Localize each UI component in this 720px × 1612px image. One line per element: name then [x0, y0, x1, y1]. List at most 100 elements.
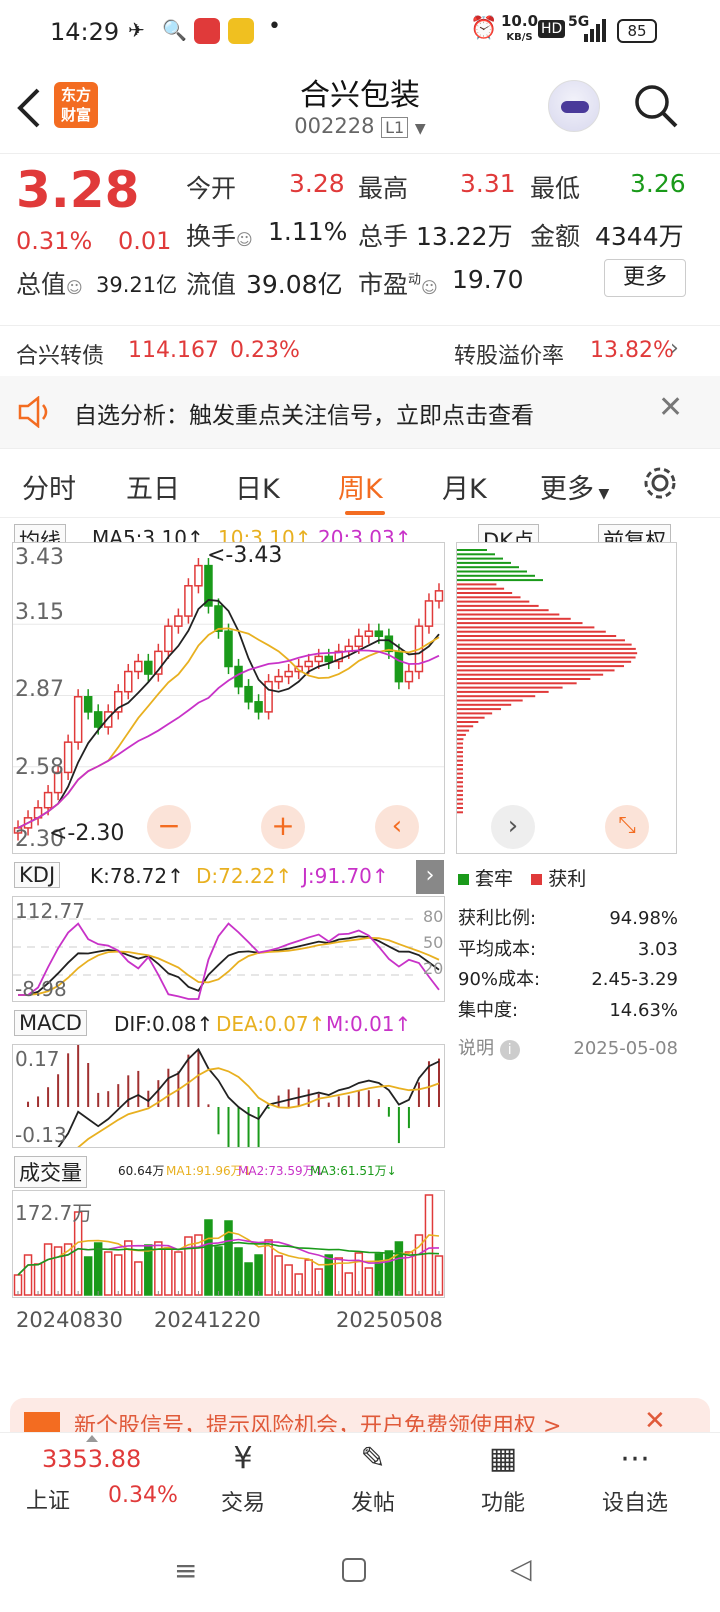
chip-bar	[457, 643, 632, 646]
macd-m: M:0.01↑	[326, 1012, 412, 1036]
chip-bar	[457, 751, 463, 754]
notice-text: 自选分析：触发重点关注信号，立即点击查看	[74, 403, 534, 429]
tab-daily-k[interactable]: 日K	[235, 467, 280, 506]
chip-bar	[457, 626, 595, 629]
tab-monthly-k[interactable]: 月K	[442, 467, 487, 506]
expand-icon[interactable]: ⤡	[605, 805, 649, 849]
chip-bar	[457, 635, 617, 637]
nav-trade[interactable]: ¥ 交易	[188, 1441, 298, 1517]
network-speed: 10.0 KB/S	[501, 12, 539, 44]
index-value[interactable]: 3353.88	[42, 1445, 141, 1473]
promo-banner[interactable]: 新个股信号，提示风险机会，开户免费领使用权 > ✕	[10, 1398, 710, 1432]
volume-value: 13.22万	[416, 222, 513, 251]
chip-bar	[457, 639, 625, 642]
chip-bar	[457, 746, 463, 749]
market-cap-value: 39.21亿	[96, 273, 178, 297]
tab-five-day[interactable]: 五日	[126, 467, 180, 506]
volume-bar	[103, 1251, 113, 1296]
volume-bar	[284, 1264, 293, 1296]
kdj-level-80: 80	[423, 907, 444, 926]
chip-bar	[457, 686, 563, 689]
index-pct[interactable]: 0.34%	[108, 1483, 178, 1508]
float-cap-label: 流值	[186, 270, 237, 299]
chip-bar	[457, 699, 523, 702]
chip-bar	[457, 682, 577, 685]
amount-label: 金额	[530, 222, 581, 251]
chip-distribution-panel[interactable]: › ⤡	[456, 542, 677, 854]
chip-bar	[457, 768, 463, 771]
app-icon-red	[194, 18, 220, 44]
back-nav-icon[interactable]: ◁	[510, 1552, 532, 1585]
nav-post[interactable]: ✎ 发帖	[318, 1441, 428, 1517]
kdj-panel[interactable]: 112.77 -8.98 80 50 20	[12, 896, 445, 1002]
y-tick-3.43: 3.43	[15, 545, 64, 570]
pe-value: 19.70	[452, 265, 524, 294]
nav-add-favorite[interactable]: ⋯ 设自选	[580, 1441, 690, 1517]
period-tabs: 分时 五日 日K 周K 月K 更多 ▼	[0, 448, 720, 518]
volume-bar	[254, 1254, 263, 1296]
chip-bar	[457, 725, 474, 728]
tab-more[interactable]: 更多 ▼	[540, 467, 609, 506]
convertible-bond-row[interactable]: 合兴转债 114.167 0.23% 转股溢价率 13.82% ›	[0, 325, 720, 375]
macd-top: 0.17	[15, 1047, 60, 1071]
turnover-label: 换手☺	[186, 222, 253, 251]
promo-close-icon[interactable]: ✕	[644, 1406, 666, 1432]
info-icon[interactable]: i	[499, 1040, 520, 1060]
kdj-j-line	[18, 922, 440, 1000]
candle-body	[424, 600, 434, 627]
chip-bar	[457, 600, 530, 603]
pe-label: 市盈动☺	[358, 270, 438, 299]
edit-icon: ✎	[360, 1441, 386, 1476]
chip-bar	[457, 566, 519, 569]
high-value: 3.31	[460, 169, 516, 198]
chip-bar	[457, 647, 636, 650]
scroll-left-button[interactable]: ‹	[375, 805, 419, 849]
home-icon[interactable]	[342, 1558, 366, 1582]
chip-bar	[457, 553, 495, 556]
assistant-robot-icon[interactable]	[548, 80, 600, 132]
nav-function[interactable]: ▦ 功能	[448, 1441, 558, 1517]
tab-weekly-k[interactable]: 周K	[338, 467, 383, 506]
high-marker: <-3.43	[207, 543, 283, 568]
candle-body	[434, 590, 444, 602]
speaker-icon	[18, 396, 48, 428]
tab-intraday[interactable]: 分时	[22, 467, 76, 506]
macd-panel[interactable]: 0.17 -0.13	[12, 1028, 445, 1176]
search-icon[interactable]	[632, 82, 680, 130]
premium-value: 13.82%	[590, 338, 674, 363]
high-label: 最高	[358, 174, 409, 203]
chip-bar	[457, 690, 549, 693]
candle-body	[93, 711, 103, 728]
expand-indicator-button[interactable]: ›	[416, 860, 444, 894]
hd-icon: HD	[538, 20, 566, 38]
volume-bar	[113, 1254, 123, 1296]
volume-bar	[274, 1255, 283, 1296]
chip-bar	[457, 802, 463, 805]
zoom-in-button[interactable]: +	[261, 805, 305, 849]
candle-body	[184, 585, 193, 617]
open-label: 今开	[186, 174, 237, 203]
chip-bar	[457, 755, 463, 758]
stock-code-line[interactable]: 002228 L1 ▼	[0, 114, 720, 138]
amount-value: 4344万	[595, 222, 684, 251]
macd-selector[interactable]: MACD	[14, 1010, 87, 1036]
y-tick-3.15: 3.15	[15, 600, 64, 625]
volume-bar	[324, 1254, 333, 1296]
close-icon[interactable]: ✕	[658, 390, 683, 425]
volume-panel[interactable]: 172.7万	[12, 1190, 445, 1298]
status-bar: 14:29 ✈ 🔍 • ⏰ 10.0 KB/S HD 5G 85	[0, 0, 720, 62]
index-name[interactable]: 上证	[26, 1483, 70, 1515]
candlestick-panel[interactable]: 3.43 3.15 2.87 2.58 2.30 <-3.43 <-2.30 −…	[12, 542, 445, 854]
chip-bar	[457, 794, 463, 797]
settings-gear-icon[interactable]	[642, 465, 678, 501]
notice-banner[interactable]: 自选分析：触发重点关注信号，立即点击查看 ✕	[0, 376, 720, 448]
kdj-selector[interactable]: KDJ	[14, 862, 61, 888]
more-button[interactable]: 更多	[604, 259, 686, 297]
macd-chart	[17, 1028, 440, 1176]
menu-icon[interactable]: ≡	[174, 1554, 197, 1587]
zoom-out-button[interactable]: −	[147, 805, 191, 849]
volume-selector[interactable]: 成交量	[14, 1156, 87, 1188]
chip-next-button[interactable]: ›	[491, 805, 535, 849]
chip-bar	[457, 630, 606, 633]
chip-bar	[457, 557, 503, 560]
